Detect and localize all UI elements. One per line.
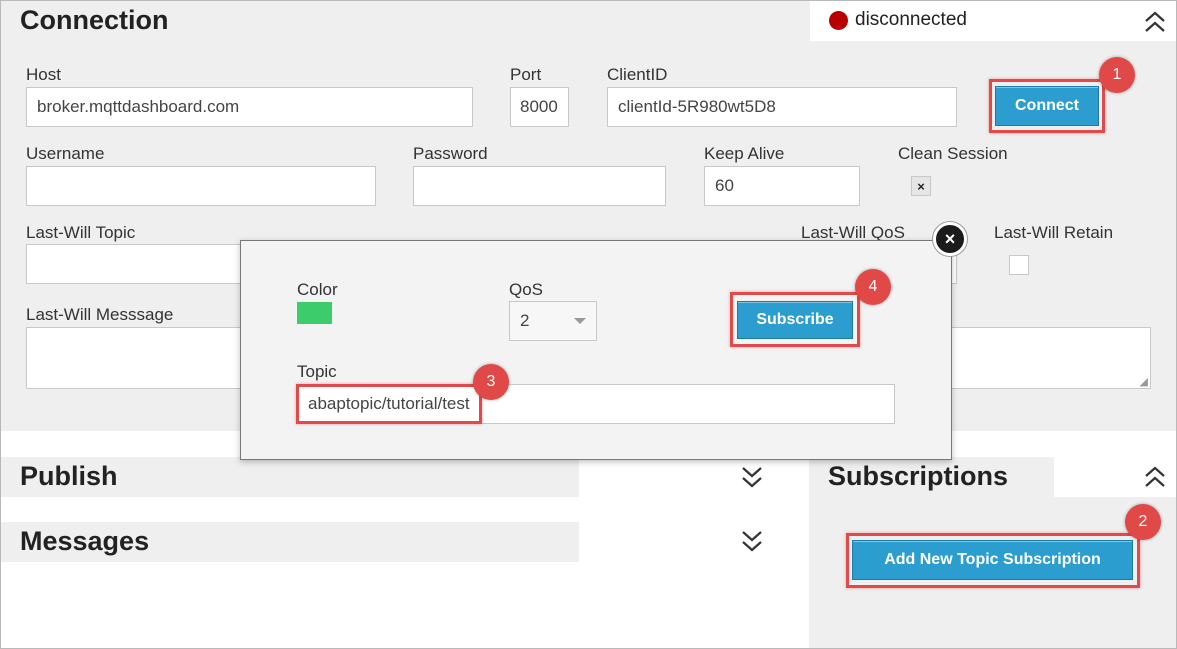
username-label: Username (26, 144, 105, 163)
connection-status: disconnected (855, 9, 967, 30)
expand-messages-icon[interactable] (740, 529, 764, 553)
color-swatch[interactable] (297, 302, 332, 324)
lastwill-message-textarea-right[interactable]: ◢ (950, 327, 1151, 389)
close-dialog-icon[interactable]: × (933, 222, 967, 256)
publish-header[interactable]: Publish (1, 457, 579, 497)
lastwill-topic-input[interactable] (26, 244, 246, 284)
resize-grip-icon[interactable]: ◢ (1140, 375, 1148, 388)
add-subscription-button[interactable]: Add New Topic Subscription (852, 540, 1133, 580)
lastwill-retain-checkbox[interactable] (1009, 255, 1029, 275)
collapse-subscriptions-icon[interactable] (1143, 465, 1167, 489)
qos-select-value: 2 (520, 311, 530, 330)
qos-select[interactable]: 2 (509, 301, 597, 341)
port-input[interactable]: 8000 (510, 87, 569, 127)
messages-header[interactable]: Messages (1, 522, 579, 562)
status-area: disconnected (810, 1, 1176, 41)
step-badge-4: 4 (855, 269, 891, 305)
subscribe-dialog: Color QoS 2 Topic abaptopic/tutorial/tes… (240, 240, 952, 460)
host-input[interactable]: broker.mqttdashboard.com (26, 87, 473, 127)
subscriptions-title: Subscriptions (828, 461, 1009, 491)
password-label: Password (413, 144, 488, 163)
clientid-input[interactable]: clientId-5R980wt5D8 (607, 87, 957, 127)
host-label: Host (26, 65, 61, 84)
status-dot-icon (829, 11, 848, 30)
publish-title: Publish (20, 461, 118, 491)
color-label: Color (297, 280, 338, 299)
topic-label: Topic (297, 362, 337, 381)
keepalive-label: Keep Alive (704, 144, 785, 163)
clientid-label: ClientID (607, 65, 668, 84)
clean-session-label: Clean Session (898, 144, 1008, 163)
step-badge-2: 2 (1125, 504, 1161, 540)
subscribe-button[interactable]: Subscribe (737, 301, 853, 339)
connection-title: Connection (20, 5, 169, 35)
lastwill-message-label: Last-Will Messsage (26, 305, 174, 324)
topic-highlight (296, 384, 482, 424)
keepalive-input[interactable]: 60 (704, 166, 860, 206)
subscriptions-header[interactable]: Subscriptions (809, 457, 1054, 497)
step-badge-1: 1 (1099, 57, 1135, 93)
lastwill-retain-label: Last-Will Retain (994, 223, 1114, 242)
lastwill-topic-label: Last-Will Topic (26, 223, 136, 242)
step-badge-3: 3 (473, 364, 509, 400)
qos-label: QoS (509, 280, 544, 299)
username-input[interactable] (26, 166, 376, 206)
lastwill-message-textarea[interactable] (26, 327, 246, 389)
dropdown-arrow-icon (574, 318, 586, 324)
collapse-connection-icon[interactable] (1143, 10, 1167, 34)
password-input[interactable] (413, 166, 666, 206)
port-label: Port (510, 65, 542, 84)
expand-publish-icon[interactable] (740, 465, 764, 489)
connect-button[interactable]: Connect (995, 86, 1099, 126)
clean-session-checkbox[interactable]: × (911, 176, 931, 196)
messages-title: Messages (20, 526, 150, 556)
